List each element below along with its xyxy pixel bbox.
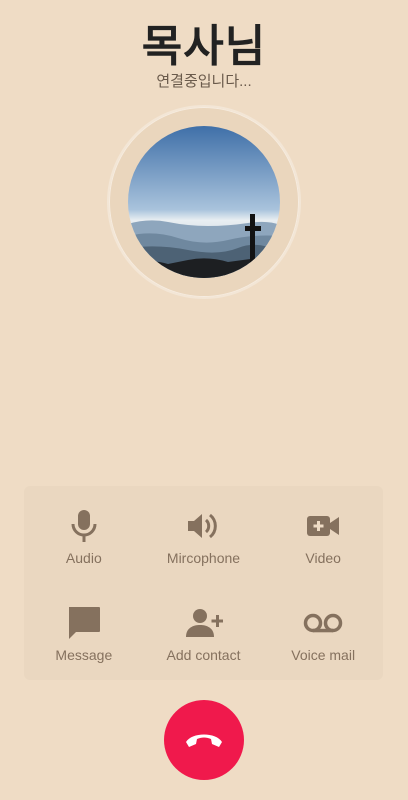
voicemail-icon xyxy=(303,605,343,641)
add-contact-button[interactable]: Add contact xyxy=(144,583,264,680)
message-label: Message xyxy=(55,647,113,663)
contact-name: 목사님 xyxy=(141,22,267,71)
speaker-icon xyxy=(186,508,220,544)
microphone-icon xyxy=(71,508,97,544)
audio-button[interactable]: Audio xyxy=(24,486,144,583)
message-icon xyxy=(66,605,102,641)
add-contact-icon xyxy=(183,605,224,641)
call-actions-panel: Audio Mircophone Video Message Add conta… xyxy=(24,486,383,680)
avatar xyxy=(128,126,280,278)
speaker-label: Mircophone xyxy=(166,550,241,566)
video-button[interactable]: Video xyxy=(263,486,383,583)
call-status: 연결중입니다... xyxy=(156,73,252,90)
voicemail-label: Voice mail xyxy=(291,647,356,663)
video-plus-icon xyxy=(306,508,340,544)
video-label: Video xyxy=(305,550,341,566)
speaker-button[interactable]: Mircophone xyxy=(144,486,264,583)
message-button[interactable]: Message xyxy=(24,583,144,680)
voicemail-button[interactable]: Voice mail xyxy=(263,583,383,680)
end-call-button[interactable] xyxy=(164,700,244,780)
phone-hangup-icon xyxy=(186,734,222,747)
add-contact-label: Add contact xyxy=(166,647,241,663)
audio-label: Audio xyxy=(65,550,102,566)
